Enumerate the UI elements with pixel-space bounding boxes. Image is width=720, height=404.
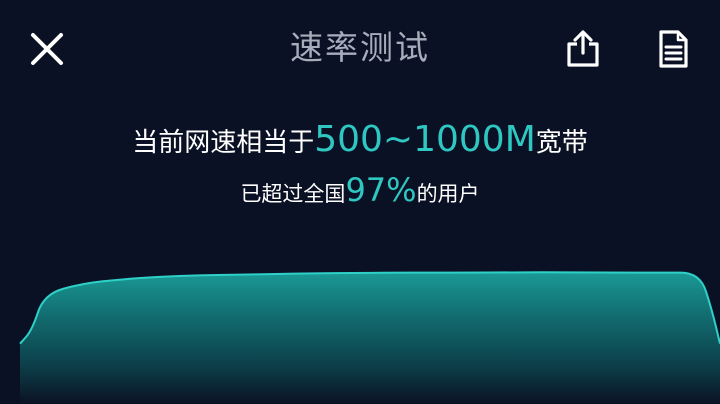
speed-equivalent-suffix: 宽带 <box>535 128 588 158</box>
speed-equivalent-prefix: 当前网速相当于 <box>132 128 315 158</box>
ranking-suffix: 的用户 <box>416 182 480 206</box>
speed-equivalent-value: 500~1000M <box>314 119 536 160</box>
speed-equivalent-text: 当前网速相当于500~1000M宽带 <box>0 118 720 165</box>
top-bar: 速率测试 <box>0 0 720 96</box>
share-icon <box>567 30 599 67</box>
share-button[interactable] <box>558 24 608 74</box>
speed-curve-chart <box>19 271 720 404</box>
ranking-value: 97% <box>345 171 417 209</box>
report-button[interactable] <box>648 24 698 74</box>
ranking-text: 已超过全国97%的用户 <box>0 170 720 214</box>
report-icon <box>659 30 688 68</box>
speed-curve-area <box>20 272 720 404</box>
ranking-prefix: 已超过全国 <box>240 182 346 206</box>
speed-test-screen: 速率测试 当前网速相当于500~1000M宽带 已超过全国97%的用户 <box>0 0 720 404</box>
page-title: 速率测试 <box>290 28 430 67</box>
